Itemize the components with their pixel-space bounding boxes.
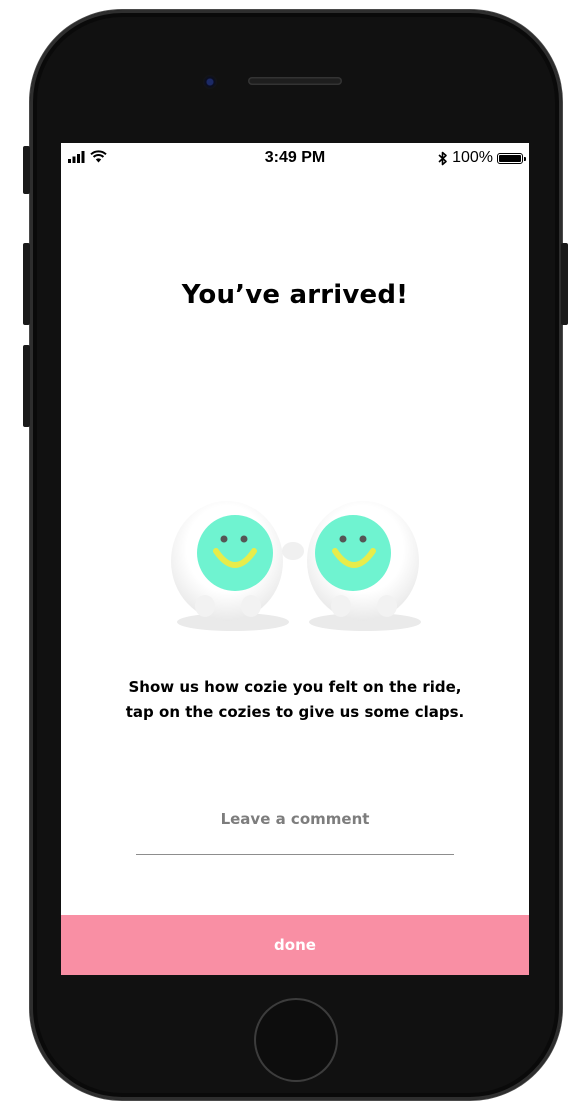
battery-icon bbox=[497, 152, 526, 164]
status-bar: 3:49 PM 100% bbox=[61, 143, 529, 173]
done-button[interactable]: done bbox=[61, 915, 529, 975]
cozies-group bbox=[171, 501, 421, 631]
page-title: You’ve arrived! bbox=[181, 280, 409, 310]
home-button[interactable] bbox=[254, 998, 338, 1082]
cozie-right[interactable] bbox=[307, 501, 421, 631]
mute-switch bbox=[23, 146, 30, 194]
cozie-left[interactable] bbox=[171, 501, 304, 631]
volume-down-button bbox=[23, 345, 30, 427]
cozie-smiley-icon bbox=[197, 515, 273, 591]
power-button bbox=[561, 243, 568, 325]
volume-up-button bbox=[23, 243, 30, 325]
front-camera bbox=[203, 75, 217, 89]
instruction-message: Show us how cozie you felt on the ride, … bbox=[125, 678, 465, 721]
status-right: 100% bbox=[438, 149, 526, 167]
comment-input[interactable] bbox=[136, 799, 454, 855]
earpiece-speaker bbox=[248, 77, 342, 85]
battery-percentage: 100% bbox=[452, 149, 493, 166]
cozie-smiley-icon bbox=[315, 515, 391, 591]
app-screen: 3:49 PM 100% You’ve arrived! Show us how… bbox=[61, 143, 529, 975]
battery-fill bbox=[499, 154, 521, 162]
bluetooth-icon bbox=[438, 151, 447, 165]
